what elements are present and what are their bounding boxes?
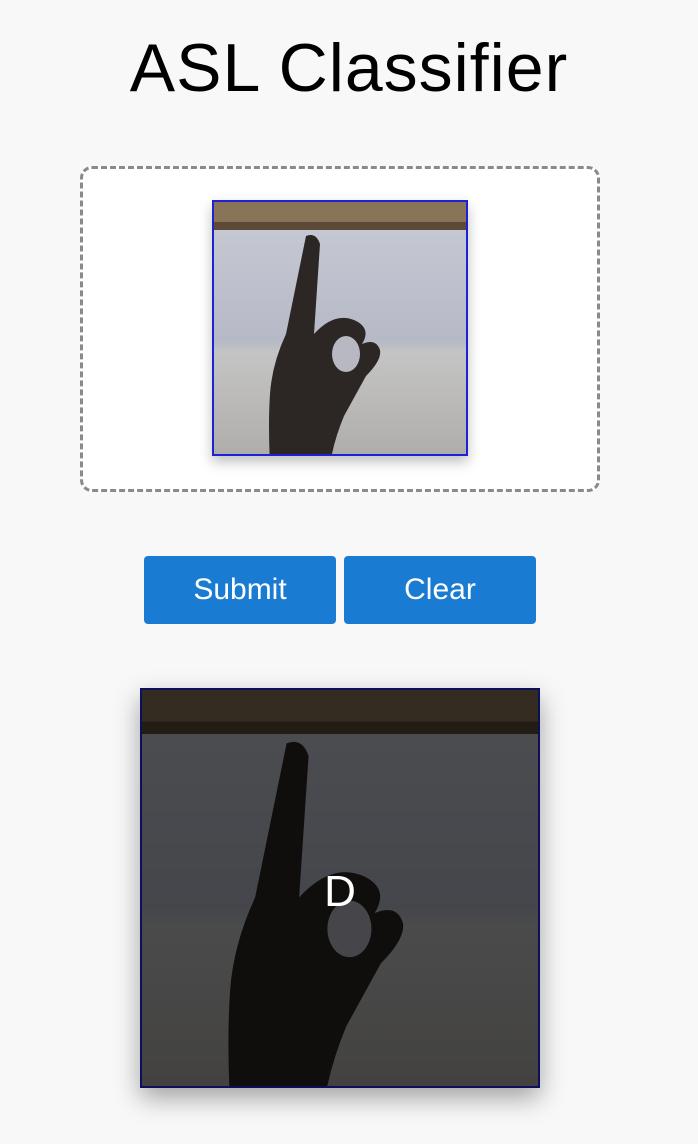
page: ASL Classifier Submit Clear D: [0, 0, 698, 1144]
uploaded-image: [212, 200, 468, 456]
result-panel: D: [140, 688, 540, 1088]
prediction-label: D: [324, 867, 356, 916]
submit-button[interactable]: Submit: [144, 556, 336, 624]
hand-sign-photo: [214, 202, 466, 454]
clear-button[interactable]: Clear: [344, 556, 536, 624]
page-title: ASL Classifier: [129, 30, 569, 106]
